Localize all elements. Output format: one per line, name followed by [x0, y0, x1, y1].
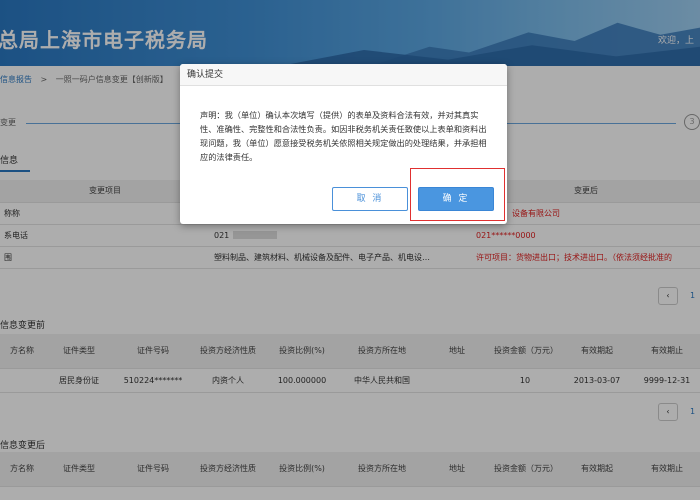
dialog-title: 确认提交: [180, 64, 507, 86]
cancel-button[interactable]: 取 消: [332, 187, 408, 211]
dialog-message: 声明：我（单位）确认本次填写（提供）的表单及资料合法有效，并对其真实性、准确性、…: [200, 110, 487, 162]
confirm-button-highlight: [410, 168, 505, 221]
